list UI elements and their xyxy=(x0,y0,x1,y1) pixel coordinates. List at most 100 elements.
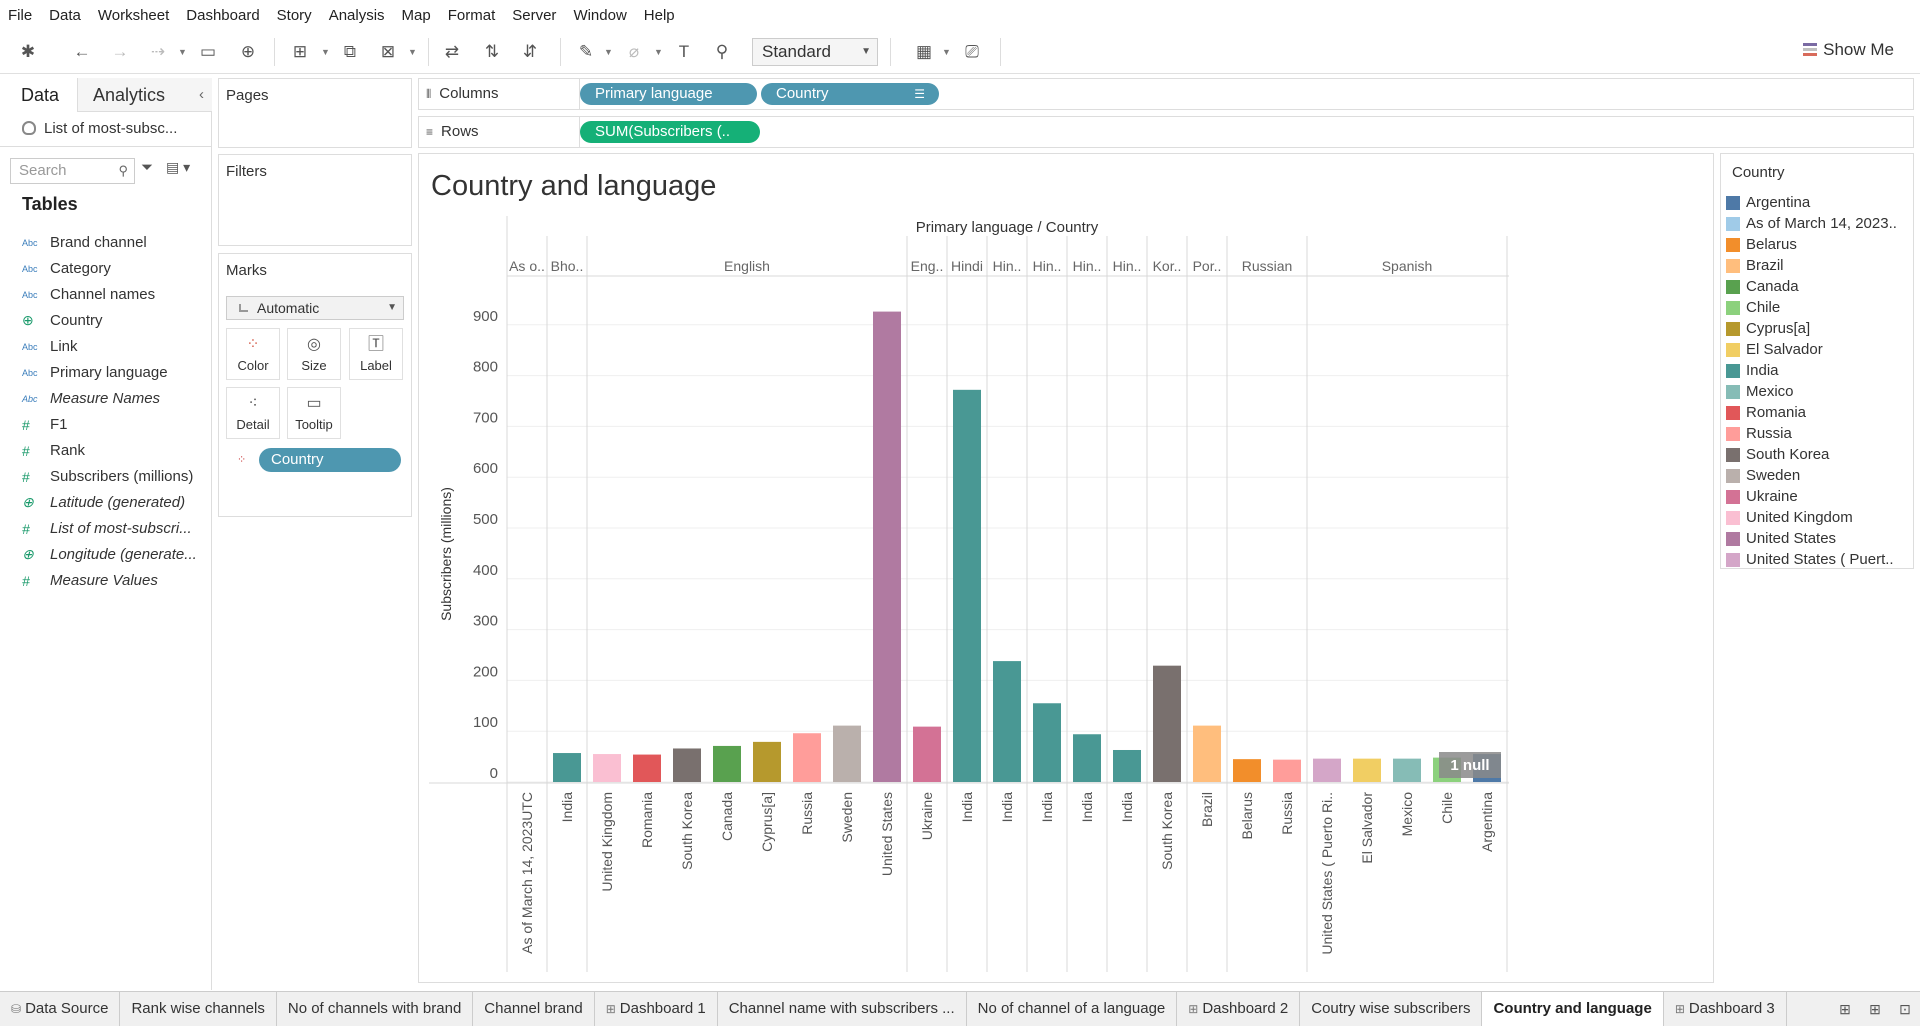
new-datasource-icon[interactable]: ⊕ xyxy=(236,40,260,64)
new-worksheet-icon[interactable]: ⊞ xyxy=(288,40,312,64)
field-item[interactable]: Abc Brand channel xyxy=(22,232,147,253)
menu-help[interactable]: Help xyxy=(644,6,675,24)
sort-descending-icon[interactable]: ⇵ xyxy=(518,40,542,64)
tableau-logo-icon[interactable]: ✱ xyxy=(16,40,40,64)
sheet-tab[interactable]: ⛁ Data Source xyxy=(0,992,121,1026)
field-item[interactable]: ⊕ Latitude (generated) xyxy=(22,492,185,513)
swap-rows-columns-icon[interactable]: ⇄ xyxy=(440,40,464,64)
field-item[interactable]: Abc Link xyxy=(22,336,78,357)
legend-item[interactable]: Canada xyxy=(1726,276,1914,297)
clear-sheet-icon[interactable]: ⊠ xyxy=(376,40,400,64)
menu-dashboard[interactable]: Dashboard xyxy=(186,6,259,24)
field-item[interactable]: # Rank xyxy=(22,440,85,461)
new-story-icon[interactable]: ⊡ xyxy=(1890,1001,1920,1018)
show-cards-dropdown-icon[interactable]: ▼ xyxy=(942,40,951,64)
new-worksheet-icon[interactable]: ⊞ xyxy=(1830,1001,1860,1018)
subscribers-pill[interactable]: SUM(Subscribers (.. xyxy=(580,121,760,143)
group-dropdown-icon[interactable]: ▼ xyxy=(654,40,663,64)
sheet-tab[interactable]: Rank wise channels xyxy=(120,992,277,1026)
mark-type-select[interactable]: Automatic ▼ xyxy=(226,296,404,320)
tooltip-button[interactable]: ▭ Tooltip xyxy=(287,387,341,439)
field-item[interactable]: ⊕ Longitude (generate... xyxy=(22,544,197,565)
field-item[interactable]: Abc Category xyxy=(22,258,111,279)
sort-ascending-icon[interactable]: ⇅ xyxy=(480,40,504,64)
replay-dropdown-icon[interactable]: ▼ xyxy=(178,40,187,64)
legend-item[interactable]: India xyxy=(1726,360,1914,381)
legend-item[interactable]: Mexico xyxy=(1726,381,1914,402)
sheet-tab[interactable]: ⊞ Dashboard 3 xyxy=(1664,992,1787,1026)
legend-item[interactable]: Sweden xyxy=(1726,465,1914,486)
field-item[interactable]: # Subscribers (millions) xyxy=(22,466,193,487)
sheet-tab[interactable]: No of channels with brand xyxy=(277,992,474,1026)
menu-worksheet[interactable]: Worksheet xyxy=(98,6,169,24)
tab-data[interactable]: Data xyxy=(0,78,77,112)
detail-button[interactable]: ⁖ Detail xyxy=(226,387,280,439)
field-item[interactable]: # F1 xyxy=(22,414,68,435)
legend-item[interactable]: Russia xyxy=(1726,423,1914,444)
legend-item[interactable]: El Salvador xyxy=(1726,339,1914,360)
show-mark-labels-icon[interactable]: T xyxy=(672,40,696,64)
redo-icon[interactable]: → xyxy=(108,40,132,64)
menu-map[interactable]: Map xyxy=(402,6,431,24)
field-item[interactable]: # Measure Values xyxy=(22,570,158,591)
sheet-tab[interactable]: Coutry wise subscribers xyxy=(1300,992,1483,1026)
duplicate-sheet-icon[interactable]: ⧉ xyxy=(338,40,362,64)
menu-server[interactable]: Server xyxy=(512,6,556,24)
sheet-tab[interactable]: ⊞ Dashboard 1 xyxy=(595,992,718,1026)
legend-item[interactable]: United States ( Puert.. xyxy=(1726,549,1914,570)
pages-card[interactable]: Pages xyxy=(218,78,412,148)
field-item[interactable]: Abc Measure Names xyxy=(22,388,160,409)
legend-item[interactable]: Belarus xyxy=(1726,234,1914,255)
legend-item[interactable]: Argentina xyxy=(1726,192,1914,213)
new-dashboard-icon[interactable]: ⊞ xyxy=(1860,1001,1890,1018)
size-button[interactable]: ◎ Size xyxy=(287,328,341,380)
legend-item[interactable]: Chile xyxy=(1726,297,1914,318)
group-members-icon[interactable]: ⌀ xyxy=(622,40,646,64)
rows-shelf[interactable]: ≡ Rows SUM(Subscribers (.. xyxy=(418,116,1914,148)
highlight-icon[interactable]: ✎ xyxy=(574,40,598,64)
menu-window[interactable]: Window xyxy=(573,6,626,24)
menu-format[interactable]: Format xyxy=(448,6,496,24)
sheet-tab[interactable]: Country and language xyxy=(1482,992,1664,1026)
country-pill[interactable]: Country ☰ xyxy=(761,83,939,105)
field-item[interactable]: Abc Primary language xyxy=(22,362,168,383)
sheet-tab[interactable]: Channel name with subscribers ... xyxy=(718,992,967,1026)
country-color-pill[interactable]: Country xyxy=(259,448,401,472)
label-button[interactable]: 🅃 Label xyxy=(349,328,403,380)
undo-icon[interactable]: ← xyxy=(70,40,94,64)
legend-item[interactable]: Brazil xyxy=(1726,255,1914,276)
highlight-dropdown-icon[interactable]: ▼ xyxy=(604,40,613,64)
legend-item[interactable]: Romania xyxy=(1726,402,1914,423)
view-options-icon[interactable]: ▤ ▾ xyxy=(166,159,190,176)
replay-icon[interactable]: ⇢ xyxy=(146,40,170,64)
presentation-mode-icon[interactable]: ⎚ xyxy=(960,40,984,64)
filters-card[interactable]: Filters xyxy=(218,154,412,246)
fit-select[interactable]: Standard ▼ xyxy=(752,38,878,66)
menu-data[interactable]: Data xyxy=(49,6,81,24)
legend-item[interactable]: Cyprus[a] xyxy=(1726,318,1914,339)
clear-sheet-dropdown-icon[interactable]: ▼ xyxy=(408,40,417,64)
show-me-button[interactable]: Show Me xyxy=(1803,40,1894,60)
field-item[interactable]: ⊕ Country xyxy=(22,310,103,331)
menu-story[interactable]: Story xyxy=(277,6,312,24)
search-input[interactable]: Search ⚲ xyxy=(10,158,135,184)
legend-item[interactable]: As of March 14, 2023.. xyxy=(1726,213,1914,234)
columns-shelf[interactable]: ⦀ Columns Primary language Country ☰ xyxy=(418,78,1914,110)
field-item[interactable]: # List of most-subscri... xyxy=(22,518,192,539)
datasource-item[interactable]: List of most-subsc... xyxy=(22,120,177,137)
color-button[interactable]: ⁘ Color xyxy=(226,328,280,380)
collapse-pane-icon[interactable]: ‹ xyxy=(199,78,204,112)
legend-item[interactable]: United States xyxy=(1726,528,1914,549)
new-worksheet-dropdown-icon[interactable]: ▼ xyxy=(321,40,330,64)
menu-file[interactable]: File xyxy=(8,6,32,24)
sheet-tab[interactable]: No of channel of a language xyxy=(967,992,1178,1026)
menu-analysis[interactable]: Analysis xyxy=(329,6,385,24)
primary-language-pill[interactable]: Primary language xyxy=(580,83,757,105)
sheet-tab[interactable]: Channel brand xyxy=(473,992,595,1026)
filter-icon[interactable]: ⏷ xyxy=(141,159,153,176)
legend-item[interactable]: United Kingdom xyxy=(1726,507,1914,528)
legend-item[interactable]: South Korea xyxy=(1726,444,1914,465)
tab-analytics[interactable]: Analytics ‹ xyxy=(77,78,212,112)
show-cards-icon[interactable]: ▦ xyxy=(912,40,936,64)
fix-axes-icon[interactable]: ⚲ xyxy=(710,40,734,64)
